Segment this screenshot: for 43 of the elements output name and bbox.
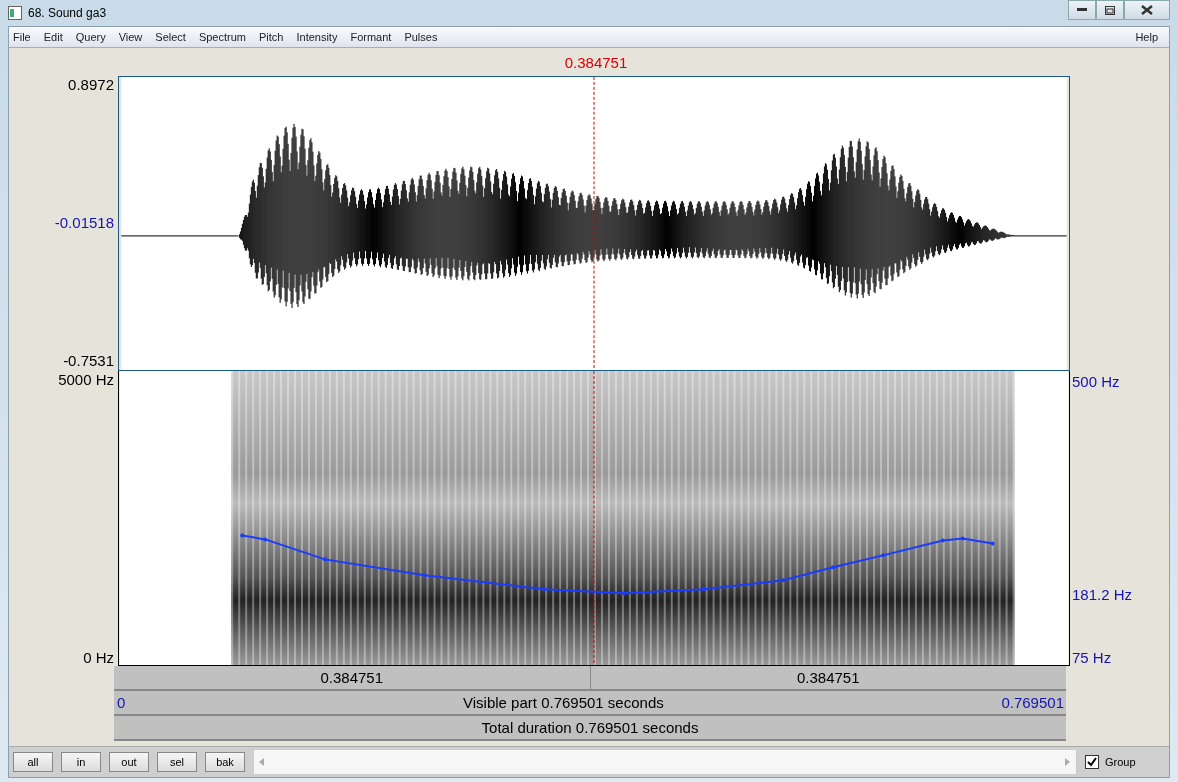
- menu-item[interactable]: Pulses: [404, 31, 445, 43]
- zoom-button[interactable]: bak: [205, 752, 245, 772]
- scroll-left-icon: [259, 758, 265, 766]
- group-checkbox[interactable]: [1085, 755, 1099, 769]
- amplitude-cursor-label: -0.01518: [53, 214, 114, 231]
- menu-item[interactable]: Query: [75, 31, 113, 43]
- group-label: Group: [1105, 756, 1136, 768]
- visible-part-label: Visible part 0.769501 seconds: [463, 694, 664, 711]
- close-button[interactable]: [1124, 0, 1170, 20]
- menu-item[interactable]: Spectrum: [198, 31, 253, 43]
- minimize-button[interactable]: [1068, 0, 1096, 20]
- cursor-time: 0.384751: [564, 53, 628, 71]
- menu-item[interactable]: Pitch: [259, 31, 291, 43]
- menu-item[interactable]: Help: [1135, 31, 1165, 43]
- menu-item[interactable]: Formant: [350, 31, 399, 43]
- visible-part-bar[interactable]: 0 Visible part 0.769501 seconds 0.769501: [114, 691, 1066, 716]
- maximize-icon: [1105, 5, 1115, 15]
- scroll-right-icon: [1065, 758, 1071, 766]
- pitch-min-label: 75 Hz: [1072, 649, 1113, 666]
- zoom-button[interactable]: in: [61, 752, 101, 772]
- zoom-button[interactable]: out: [109, 752, 149, 772]
- close-icon: [1141, 5, 1153, 15]
- menu-item[interactable]: Select: [155, 31, 193, 43]
- menu-item[interactable]: Edit: [43, 31, 70, 43]
- zoom-button[interactable]: all: [13, 752, 53, 772]
- visible-end-time: 0.769501: [1001, 694, 1064, 711]
- menu-item[interactable]: Intensity: [296, 31, 345, 43]
- window-title: 68. Sound ga3: [28, 6, 107, 20]
- maximize-button[interactable]: [1096, 0, 1124, 20]
- total-duration-bar[interactable]: Total duration 0.769501 seconds: [114, 716, 1066, 741]
- frequency-max-label: 5000 Hz: [57, 371, 114, 388]
- menu-item[interactable]: File: [13, 31, 38, 43]
- menu-item[interactable]: View: [118, 31, 150, 43]
- amplitude-min-label: -0.7531: [62, 352, 114, 369]
- horizontal-scrollbar[interactable]: [253, 749, 1077, 775]
- zoom-button[interactable]: sel: [157, 752, 197, 772]
- minimize-icon: [1077, 8, 1087, 12]
- pitch-max-label: 500 Hz: [1072, 373, 1121, 390]
- visible-start-time: 0: [117, 694, 126, 711]
- frequency-min-label: 0 Hz: [82, 649, 114, 666]
- pitch-value-label: 181.2 Hz: [1072, 586, 1134, 603]
- window-icon: [8, 6, 22, 20]
- amplitude-max-label: 0.8972: [67, 76, 114, 93]
